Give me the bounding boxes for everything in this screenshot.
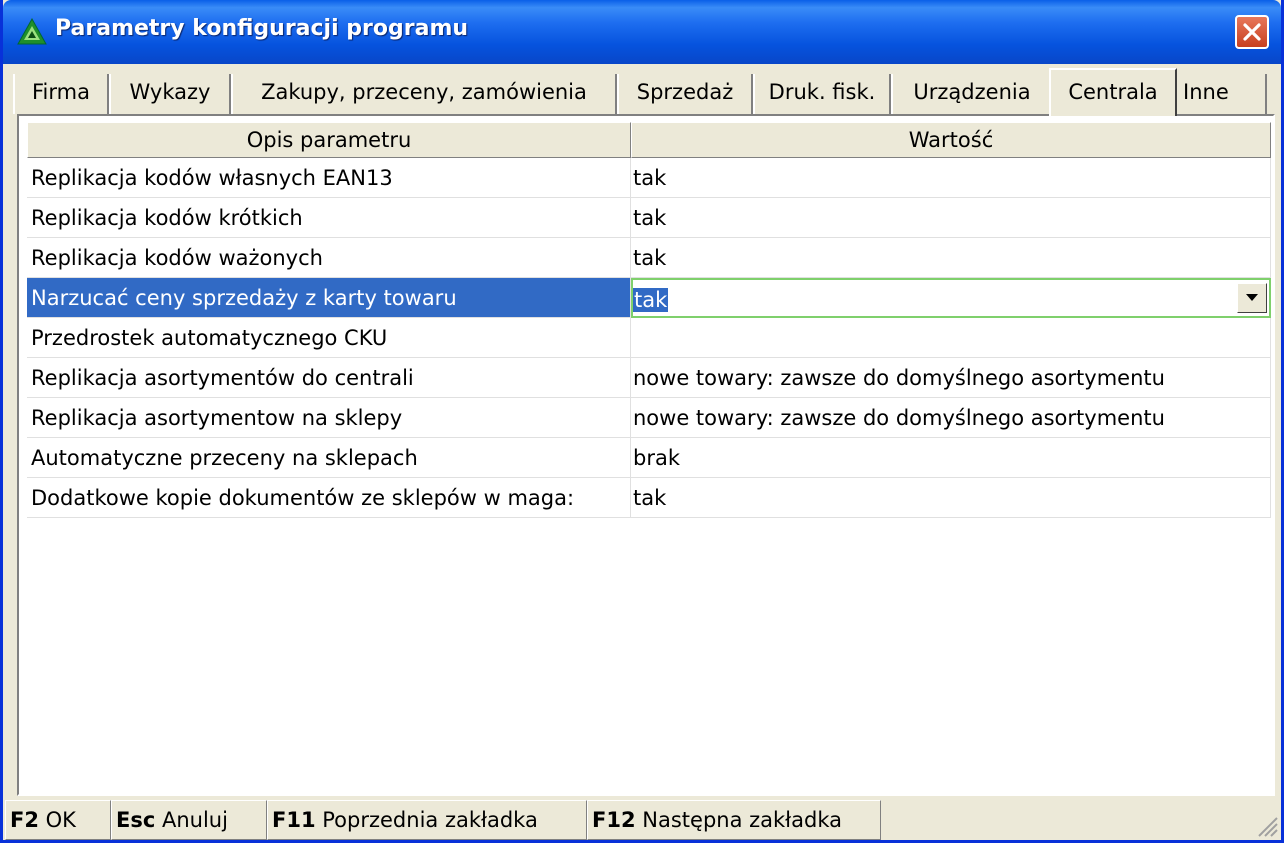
next-tab-shortcut[interactable]: F12 Następna zakładka xyxy=(587,800,881,840)
title-bar[interactable]: Parametry konfiguracji programu xyxy=(3,0,1281,64)
parameter-value[interactable]: tak xyxy=(631,198,1271,238)
app-icon xyxy=(17,18,47,45)
table-row[interactable]: Replikacja kodów własnych EAN13 tak xyxy=(27,158,1271,198)
column-header-value[interactable]: Wartość xyxy=(631,122,1271,158)
config-window: Parametry konfiguracji programu Firma Wy… xyxy=(0,0,1284,843)
tab-wykazy[interactable]: Wykazy xyxy=(109,74,231,114)
parameters-panel: Opis parametru Wartość Replikacja kodów … xyxy=(17,114,1275,796)
close-icon xyxy=(1243,23,1261,41)
parameter-value-editor[interactable]: tak xyxy=(631,278,1271,318)
grid-header: Opis parametru Wartość xyxy=(27,122,1271,158)
parameter-value[interactable] xyxy=(631,318,1271,358)
parameter-description[interactable]: Narzucać ceny sprzedaży z karty towaru xyxy=(27,278,631,318)
table-row[interactable]: Replikacja asortymentów do centrali nowe… xyxy=(27,358,1271,398)
tab-sprzedaz[interactable]: Sprzedaż xyxy=(617,74,753,114)
parameter-description[interactable]: Replikacja kodów własnych EAN13 xyxy=(27,158,631,198)
shortcut-key: F11 xyxy=(272,808,316,832)
status-bar: F2 OK Esc Anuluj F11 Poprzednia zakładka… xyxy=(5,800,1281,840)
parameter-value-select[interactable]: tak xyxy=(633,288,669,312)
parameter-value[interactable]: nowe towary: zawsze do domyślnego asorty… xyxy=(631,398,1271,438)
tab-strip: Firma Wykazy Zakupy, przeceny, zamówieni… xyxy=(13,68,1275,116)
previous-tab-shortcut[interactable]: F11 Poprzednia zakładka xyxy=(267,800,587,840)
parameter-value[interactable]: brak xyxy=(631,438,1271,478)
tab-centrala[interactable]: Centrala xyxy=(1049,68,1177,116)
table-row[interactable]: Replikacja kodów ważonych tak xyxy=(27,238,1271,278)
table-row-selected[interactable]: Narzucać ceny sprzedaży z karty towaru t… xyxy=(27,278,1271,318)
close-button[interactable] xyxy=(1235,15,1269,49)
tab-druk-fisk[interactable]: Druk. fisk. xyxy=(753,74,891,114)
parameter-description[interactable]: Przedrostek automatycznego CKU xyxy=(27,318,631,358)
parameter-grid: Replikacja kodów własnych EAN13 tak Repl… xyxy=(27,158,1271,518)
parameter-description[interactable]: Dodatkowe kopie dokumentów ze sklepów w … xyxy=(27,478,631,518)
table-row[interactable]: Przedrostek automatycznego CKU xyxy=(27,318,1271,358)
table-row[interactable]: Automatyczne przeceny na sklepach brak xyxy=(27,438,1271,478)
ok-shortcut[interactable]: F2 OK xyxy=(5,800,111,840)
window-title: Parametry konfiguracji programu xyxy=(55,16,469,41)
tab-zakupy[interactable]: Zakupy, przeceny, zamówienia xyxy=(231,74,617,114)
parameter-value[interactable]: nowe towary: zawsze do domyślnego asorty… xyxy=(631,358,1271,398)
parameter-value[interactable]: tak xyxy=(631,238,1271,278)
column-header-description[interactable]: Opis parametru xyxy=(27,122,631,158)
cancel-shortcut[interactable]: Esc Anuluj xyxy=(111,800,267,840)
parameter-description[interactable]: Automatyczne przeceny na sklepach xyxy=(27,438,631,478)
shortcut-label: OK xyxy=(45,808,76,832)
parameter-description[interactable]: Replikacja kodów ważonych xyxy=(27,238,631,278)
parameter-description[interactable]: Replikacja asortymentow na sklepy xyxy=(27,398,631,438)
table-row[interactable]: Replikacja kodów krótkich tak xyxy=(27,198,1271,238)
parameter-description[interactable]: Replikacja asortymentów do centrali xyxy=(27,358,631,398)
resize-grip-icon[interactable] xyxy=(1253,812,1279,838)
dropdown-button[interactable] xyxy=(1237,283,1267,313)
shortcut-key: F12 xyxy=(592,808,636,832)
parameter-description[interactable]: Replikacja kodów krótkich xyxy=(27,198,631,238)
table-row[interactable]: Replikacja asortymentow na sklepy nowe t… xyxy=(27,398,1271,438)
shortcut-label: Anuluj xyxy=(161,808,228,832)
shortcut-label: Następna zakładka xyxy=(642,808,843,832)
tab-urzadzenia[interactable]: Urządzenia xyxy=(891,74,1053,114)
parameter-value[interactable]: tak xyxy=(631,478,1271,518)
tab-inne[interactable]: Inne xyxy=(1175,74,1267,114)
tab-firma[interactable]: Firma xyxy=(13,74,109,114)
shortcut-key: Esc xyxy=(116,808,156,832)
table-row[interactable]: Dodatkowe kopie dokumentów ze sklepów w … xyxy=(27,478,1271,518)
parameter-value[interactable]: tak xyxy=(631,158,1271,198)
shortcut-key: F2 xyxy=(10,808,39,832)
shortcut-label: Poprzednia zakładka xyxy=(322,808,538,832)
chevron-down-icon xyxy=(1246,294,1258,301)
